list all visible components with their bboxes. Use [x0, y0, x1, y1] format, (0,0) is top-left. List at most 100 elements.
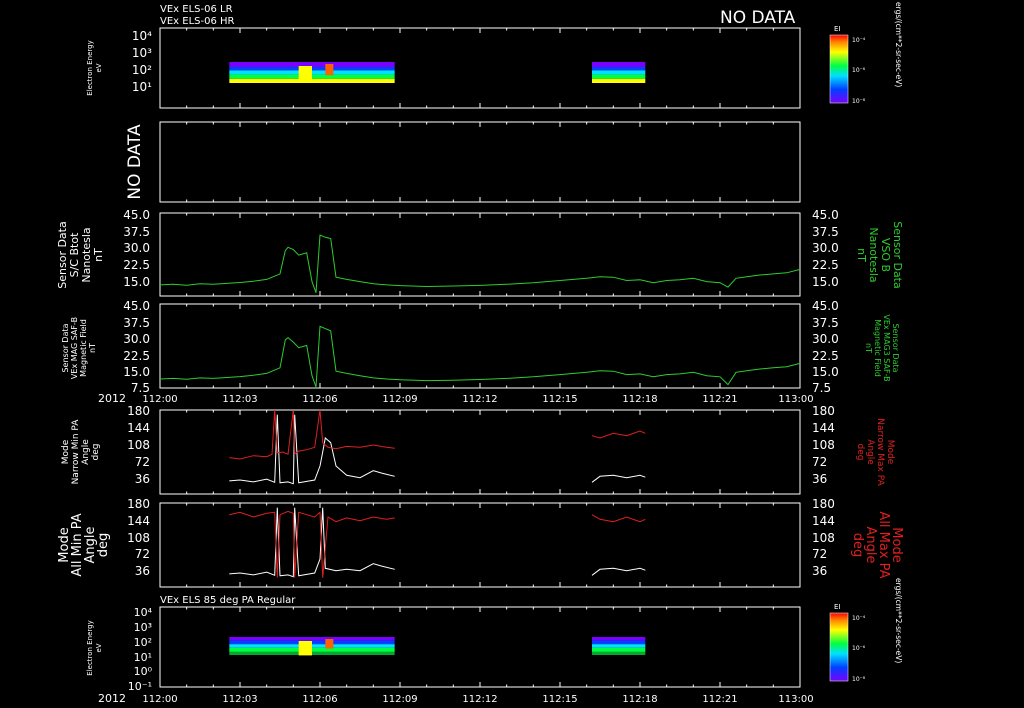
colorbar-top-tick-1: 10⁻⁶ — [852, 67, 866, 74]
colorbar-top-title: EI — [834, 25, 841, 33]
y-tick-label: 30.0 — [123, 241, 150, 255]
y-tick-label: 144 — [812, 514, 835, 528]
y-tick-label: 180 — [812, 497, 835, 511]
colorbar-bottom-tick-2: 10⁻⁸ — [852, 676, 866, 683]
y-tick-label: 144 — [127, 421, 150, 435]
y-tick-label: 10² — [134, 636, 152, 649]
heatmap-band — [298, 66, 312, 83]
heatmap-band — [592, 78, 646, 83]
y-tick-label: 108 — [812, 438, 835, 452]
x-tick-label: 112:18 — [622, 694, 657, 705]
y-tick-label: 37.5 — [123, 225, 150, 239]
heatmap-band — [229, 637, 395, 641]
x-tick-label: 112:21 — [702, 394, 737, 405]
y-tick-label: 7.5 — [812, 381, 831, 395]
x-tick-label: 112:00 — [142, 694, 177, 705]
series-line-4-4 — [591, 514, 646, 523]
x-tick-label: 112:12 — [462, 394, 497, 405]
y-tick-label: 7.5 — [131, 381, 150, 395]
y-tick-label: 108 — [812, 531, 835, 545]
heatmap-band — [592, 651, 646, 655]
y-tick-label: 15.0 — [123, 365, 150, 379]
colorbar-top-scale — [829, 34, 849, 104]
panel5-ylabel-left-line2: Narrow Min PA — [71, 419, 81, 485]
panel5-yticks-left: 180 144 108 72 36 — [127, 404, 150, 486]
y-tick-label: 36 — [135, 564, 150, 578]
panel5-ylabel-right-line4: deg — [855, 444, 865, 461]
y-tick-label: 22.5 — [812, 258, 839, 272]
panel6-ylabel-right-line4: deg — [850, 533, 865, 558]
heatmap-band — [592, 647, 646, 652]
x-tick-label: 113:00 — [778, 694, 813, 705]
panel4-ylabel-right-line3: Magnetic Field — [873, 319, 882, 377]
y-tick-label: 45.0 — [812, 208, 839, 222]
y-tick-label: 72 — [135, 547, 150, 561]
y-tick-label: 72 — [812, 547, 827, 561]
panel4-ylabel-right-line1: Sensor Data — [891, 323, 900, 372]
colorbar-top-tick-2: 10⁻⁸ — [852, 98, 866, 105]
y-tick-label: 37.5 — [123, 316, 150, 330]
colorbar-bottom-title: EI — [834, 603, 841, 611]
series-line-3-1 — [229, 414, 395, 485]
y-tick-label: 15.0 — [812, 365, 839, 379]
panel5-ylabel-left-line3: Angle — [81, 439, 91, 465]
panel7-ylabel-line1: Electron Energy — [86, 620, 94, 675]
chart-stage: VEx ELS-06 LR VEx ELS-06 HR NO DATA NO D… — [56, 2, 904, 705]
series-line-4-2 — [591, 567, 646, 576]
x-tick-label: 113:00 — [778, 394, 813, 405]
heatmap-band — [592, 62, 646, 67]
y-tick-label: 15.0 — [123, 275, 150, 289]
heatmap-band — [592, 67, 646, 71]
y-tick-label: 10² — [132, 63, 152, 77]
colorbar-bottom-tick-0: 10⁻⁴ — [852, 615, 866, 622]
y-tick-label: 10⁴ — [132, 29, 152, 43]
panel5-ylabel-left: Mode Narrow Min PA Angle deg — [61, 419, 101, 485]
panel5-ylabel-right-line3: Angle — [865, 439, 875, 465]
heatmap-band — [592, 640, 646, 645]
x-tick-label: 112:09 — [382, 694, 417, 705]
panel5-ylabel-right-line1: Mode — [885, 440, 895, 465]
x-tick-label: 112:15 — [542, 394, 577, 405]
colorbar-top-tick-0: 10⁻⁴ — [852, 37, 866, 44]
x-tick-label: 112:03 — [222, 394, 257, 405]
y-tick-label: 22.5 — [812, 349, 839, 363]
y-tick-label: 180 — [127, 497, 150, 511]
y-tick-label: 180 — [127, 404, 150, 418]
panel6-ylabel-left-line4: deg — [96, 533, 111, 558]
y-tick-label: 36 — [812, 564, 827, 578]
heatmap-band — [592, 70, 646, 75]
x-tick-label: 112:06 — [302, 394, 337, 405]
y-tick-label: 108 — [127, 531, 150, 545]
colorbar-bottom-unit: ergs/(cm**2-sr-sec-eV) — [894, 578, 903, 663]
series-line-1-1 — [159, 234, 801, 293]
y-tick-label: 22.5 — [123, 349, 150, 363]
heatmap-band — [592, 644, 646, 648]
colorbar-bottom-scale — [829, 612, 849, 682]
y-tick-label: 10⁰ — [134, 665, 153, 678]
panel2-no-data-label: NO DATA — [125, 124, 145, 200]
plot-layer — [159, 62, 801, 656]
y-tick-label: 22.5 — [123, 258, 150, 272]
y-tick-label: 15.0 — [812, 275, 839, 289]
x-ticks-middle: 112:00 112:03 112:06 112:09 112:12 112:1… — [142, 394, 813, 405]
y-tick-label: 10¹ — [132, 80, 152, 94]
panel7-ylabel: Electron Energy eV — [86, 620, 103, 675]
y-tick-label: 144 — [127, 514, 150, 528]
y-tick-label: 30.0 — [123, 332, 150, 346]
panel7-ylabel-line2: eV — [95, 643, 103, 652]
panel7-title: VEx ELS 85 deg PA Regular — [160, 595, 296, 606]
series-line-2-1 — [159, 325, 801, 388]
y-tick-label: 45.0 — [123, 299, 150, 313]
panel7-yticks: 10⁴ 10³ 10² 10¹ 10⁰ 10⁻¹ — [128, 606, 153, 693]
panel6-yticks-left: 180 144 108 72 36 — [127, 497, 150, 578]
panel3-ylabel-left: Sensor Data S/C Btot Nanotesla nT — [56, 221, 105, 288]
y-tick-label: 144 — [812, 421, 835, 435]
panel5-ylabel-left-line4: deg — [91, 444, 101, 461]
x-tick-label: 112:06 — [302, 694, 337, 705]
heatmap-band — [592, 637, 646, 641]
panel4-ylabel-right-line4: nT — [864, 343, 873, 353]
y-tick-label: 30.0 — [812, 241, 839, 255]
y-tick-label: 72 — [812, 455, 827, 469]
panel1-yticks: 10⁴ 10³ 10² 10¹ — [132, 29, 152, 94]
y-tick-label: 36 — [812, 472, 827, 486]
